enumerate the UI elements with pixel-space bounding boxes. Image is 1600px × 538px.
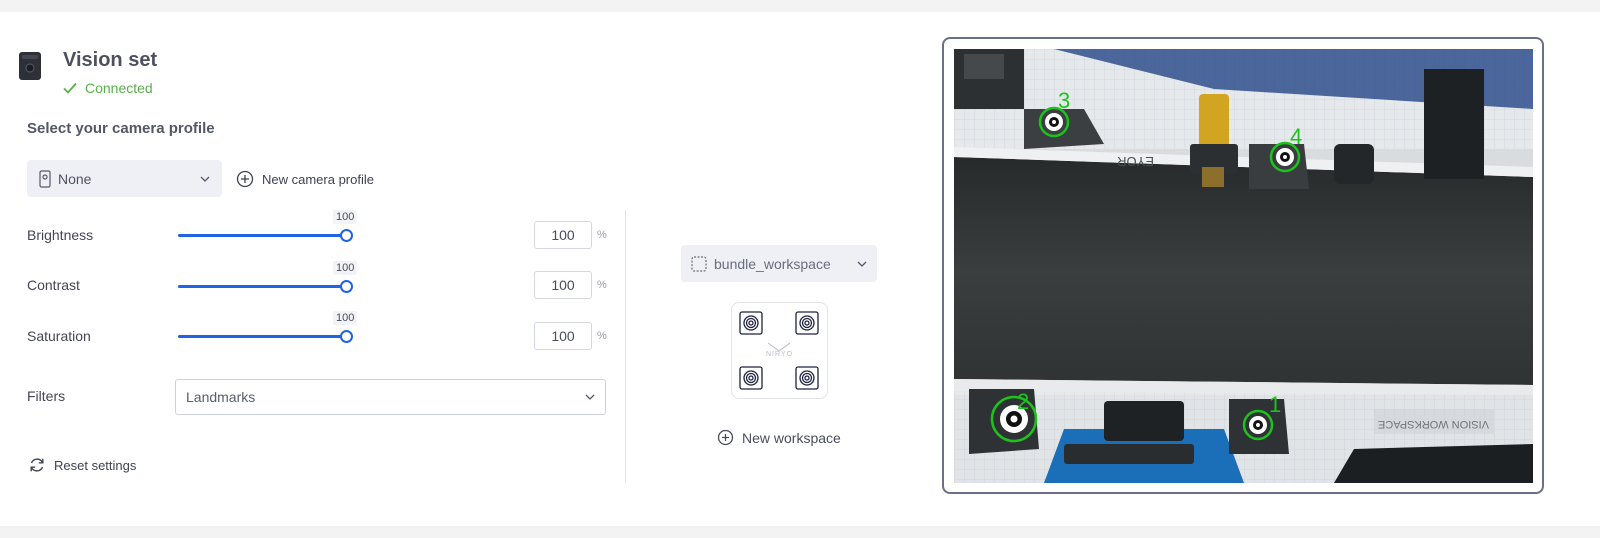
reset-settings-label: Reset settings	[54, 457, 137, 473]
chevron-down-icon	[585, 394, 595, 400]
marker-label-1: 1	[1269, 392, 1281, 417]
plus-circle-icon	[717, 429, 734, 446]
saturation-slider-track[interactable]	[178, 335, 346, 338]
new-camera-profile-label: New camera profile	[262, 171, 374, 187]
connection-status-text: Connected	[85, 80, 153, 96]
contrast-slider-handle[interactable]	[340, 280, 353, 293]
scene-text-vision-workspace: VISION WORKSPACE	[1378, 418, 1489, 430]
new-camera-profile-button[interactable]: New camera profile	[236, 170, 374, 188]
page-title: Vision set	[63, 49, 158, 71]
chevron-down-icon	[200, 176, 210, 182]
brightness-label: Brightness	[27, 227, 94, 243]
new-workspace-button[interactable]: New workspace	[717, 429, 841, 446]
workspace-preview-logo: NIRYO	[766, 351, 794, 358]
camera-profile-select[interactable]: None	[27, 160, 222, 197]
scene-text-conveyor: EYOR	[1117, 154, 1154, 169]
saturation-input[interactable]	[534, 322, 592, 350]
filters-label: Filters	[27, 388, 66, 404]
contrast-input[interactable]	[534, 271, 592, 299]
filters-select[interactable]: Landmarks	[175, 379, 606, 415]
reset-settings-button[interactable]: Reset settings	[28, 456, 136, 474]
marker-label-2: 2	[1017, 389, 1029, 414]
contrast-unit: %	[597, 279, 607, 291]
brightness-tooltip: 100	[333, 210, 358, 224]
contrast-slider-track[interactable]	[178, 285, 346, 288]
camera-view-frame: 1 2 3 4 VISION WORKSPACE EYOR	[942, 37, 1544, 494]
section-divider	[625, 210, 626, 483]
check-icon	[63, 82, 77, 94]
brightness-slider-track[interactable]	[178, 234, 346, 237]
camera-profile-heading: Select your camera profile	[27, 120, 215, 137]
plus-circle-icon	[236, 170, 254, 188]
workspace-value: bundle_workspace	[714, 255, 831, 272]
camera-profile-value: None	[58, 170, 92, 187]
workspace-icon	[691, 255, 707, 272]
chevron-down-icon	[857, 261, 867, 267]
saturation-unit: %	[597, 330, 607, 342]
brightness-slider-handle[interactable]	[340, 229, 353, 242]
workspace-select[interactable]: bundle_workspace	[681, 245, 877, 282]
marker-label-4: 4	[1290, 124, 1302, 149]
saturation-slider-handle[interactable]	[340, 330, 353, 343]
bottom-bar	[0, 526, 1600, 538]
contrast-label: Contrast	[27, 277, 80, 293]
workspace-preview: NIRYO	[731, 302, 828, 399]
brightness-input[interactable]	[534, 221, 592, 249]
connection-status: Connected	[63, 80, 153, 96]
new-workspace-label: New workspace	[742, 429, 841, 446]
top-bar	[0, 0, 1600, 12]
camera-profile-icon	[39, 169, 51, 188]
refresh-icon	[30, 458, 44, 472]
saturation-tooltip: 100	[333, 311, 358, 325]
camera-device-icon	[19, 52, 41, 80]
marker-label-3: 3	[1058, 88, 1070, 113]
saturation-label: Saturation	[27, 328, 91, 344]
filters-value: Landmarks	[186, 389, 256, 405]
camera-feed-image: 1 2 3 4 VISION WORKSPACE EYOR	[954, 49, 1533, 483]
contrast-tooltip: 100	[333, 261, 358, 275]
brightness-unit: %	[597, 229, 607, 241]
